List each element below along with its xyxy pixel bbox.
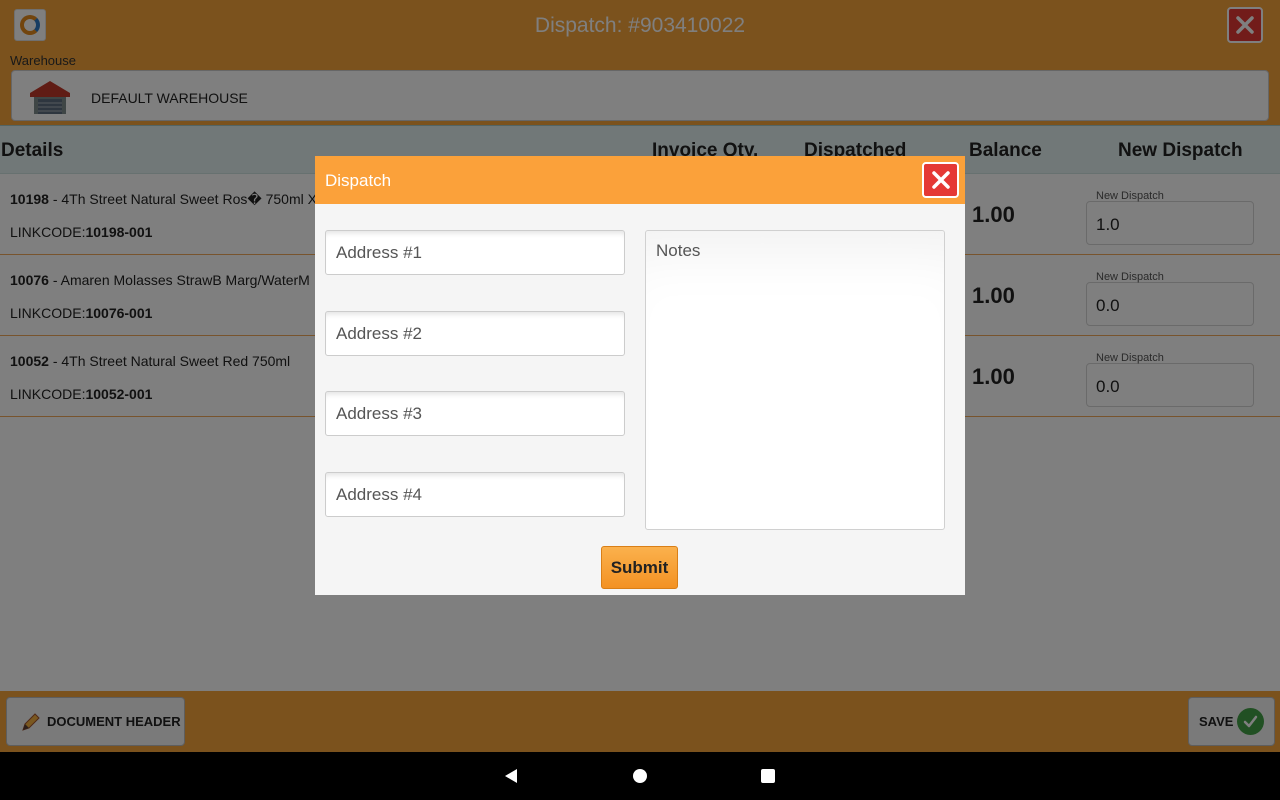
- recent-apps-icon[interactable]: [761, 769, 775, 783]
- dispatch-dialog: Dispatch Submit: [315, 156, 965, 595]
- dialog-title: Dispatch: [325, 171, 392, 190]
- address-3-input[interactable]: [325, 391, 625, 436]
- back-icon[interactable]: [503, 767, 519, 785]
- system-nav-bar: [0, 752, 1280, 800]
- address-2-input[interactable]: [325, 311, 625, 356]
- dialog-header: Dispatch: [315, 156, 965, 204]
- address-4-input[interactable]: [325, 472, 625, 517]
- address-1-input[interactable]: [325, 230, 625, 275]
- home-icon[interactable]: [633, 769, 647, 783]
- submit-button[interactable]: Submit: [601, 546, 678, 589]
- close-icon: [931, 171, 950, 189]
- notes-textarea[interactable]: [645, 230, 945, 530]
- dialog-close-button[interactable]: [922, 162, 959, 198]
